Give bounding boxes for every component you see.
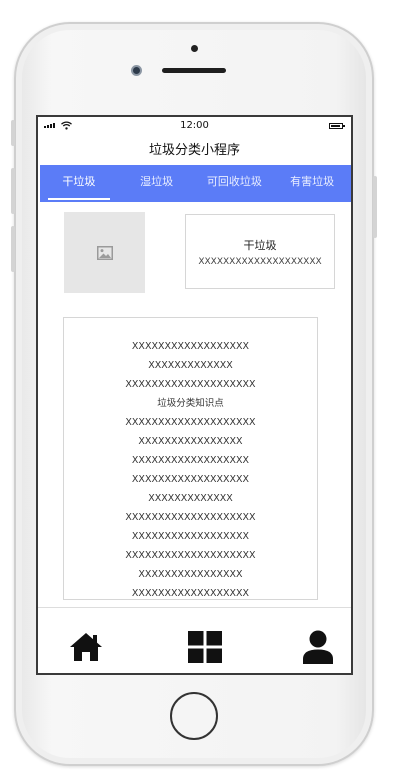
knowledge-line: XXXXXXXXXXXXXXXXXX <box>131 341 250 352</box>
knowledge-line: XXXXXXXXXXXXXXXX <box>138 569 243 580</box>
power-button <box>373 176 377 238</box>
tab-recyclable-waste[interactable]: 可回收垃圾 <box>196 165 274 202</box>
bottom-nav <box>38 607 351 673</box>
category-tab-bar: 干垃圾 湿垃圾 可回收垃圾 有害垃圾 <box>40 165 351 202</box>
volume-down-button <box>11 226 15 272</box>
front-camera <box>131 65 142 76</box>
knowledge-line: XXXXXXXXXXXXXXXXXX <box>131 474 250 485</box>
category-title: 干垃圾 <box>243 239 277 252</box>
knowledge-line: XXXXXXXXXXXXX <box>148 493 233 504</box>
nav-categories[interactable] <box>187 630 223 664</box>
tab-wet-waste[interactable]: 湿垃圾 <box>118 165 196 202</box>
tab-dry-waste[interactable]: 干垃圾 <box>40 165 118 202</box>
category-image-placeholder <box>64 212 145 293</box>
knowledge-panel: XXXXXXXXXXXXXXXXXX XXXXXXXXXXXXX XXXXXXX… <box>63 317 318 600</box>
knowledge-line: XXXXXXXXXXXXXXXX <box>138 436 243 447</box>
battery-icon <box>329 123 345 129</box>
knowledge-heading: 垃圾分类知识点 <box>157 398 224 409</box>
proximity-sensor <box>191 45 198 52</box>
home-icon <box>70 633 102 661</box>
knowledge-line: XXXXXXXXXXXXXXXXXXXX <box>125 550 256 561</box>
category-info-card[interactable]: 干垃圾 XXXXXXXXXXXXXXXXXXXX <box>185 214 335 289</box>
knowledge-line: XXXXXXXXXXXXXXXXXXXX <box>125 417 256 428</box>
user-icon <box>303 630 333 664</box>
status-bar: 12:00 <box>38 117 351 135</box>
nav-profile[interactable] <box>300 630 336 664</box>
status-time: 12:00 <box>180 120 209 131</box>
image-icon <box>96 245 113 260</box>
home-button[interactable] <box>170 692 218 740</box>
knowledge-line: XXXXXXXXXXXXXXXXXX <box>131 455 250 466</box>
earpiece-speaker <box>162 68 226 73</box>
knowledge-line: XXXXXXXXXXXXXXXXXX <box>131 531 250 542</box>
knowledge-line: XXXXXXXXXXXXXXXXXXXX <box>125 379 256 390</box>
app-title: 垃圾分类小程序 <box>148 143 240 158</box>
silent-switch <box>11 120 15 146</box>
knowledge-line: XXXXXXXXXXXXX <box>148 360 233 371</box>
volume-up-button <box>11 168 15 214</box>
knowledge-line: XXXXXXXXXXXXXXXXXX <box>131 588 250 599</box>
phone-screen: 12:00 垃圾分类小程序 干垃圾 湿垃圾 可回收垃圾 有害垃圾 干垃圾 XXX… <box>36 115 353 675</box>
knowledge-line: XXXXXXXXXXXXXXXXXXXX <box>125 512 256 523</box>
nav-home[interactable] <box>68 630 104 664</box>
tab-hazardous-waste[interactable]: 有害垃圾 <box>273 165 351 202</box>
category-subtitle: XXXXXXXXXXXXXXXXXXXX <box>198 257 322 267</box>
grid-icon <box>188 631 222 663</box>
